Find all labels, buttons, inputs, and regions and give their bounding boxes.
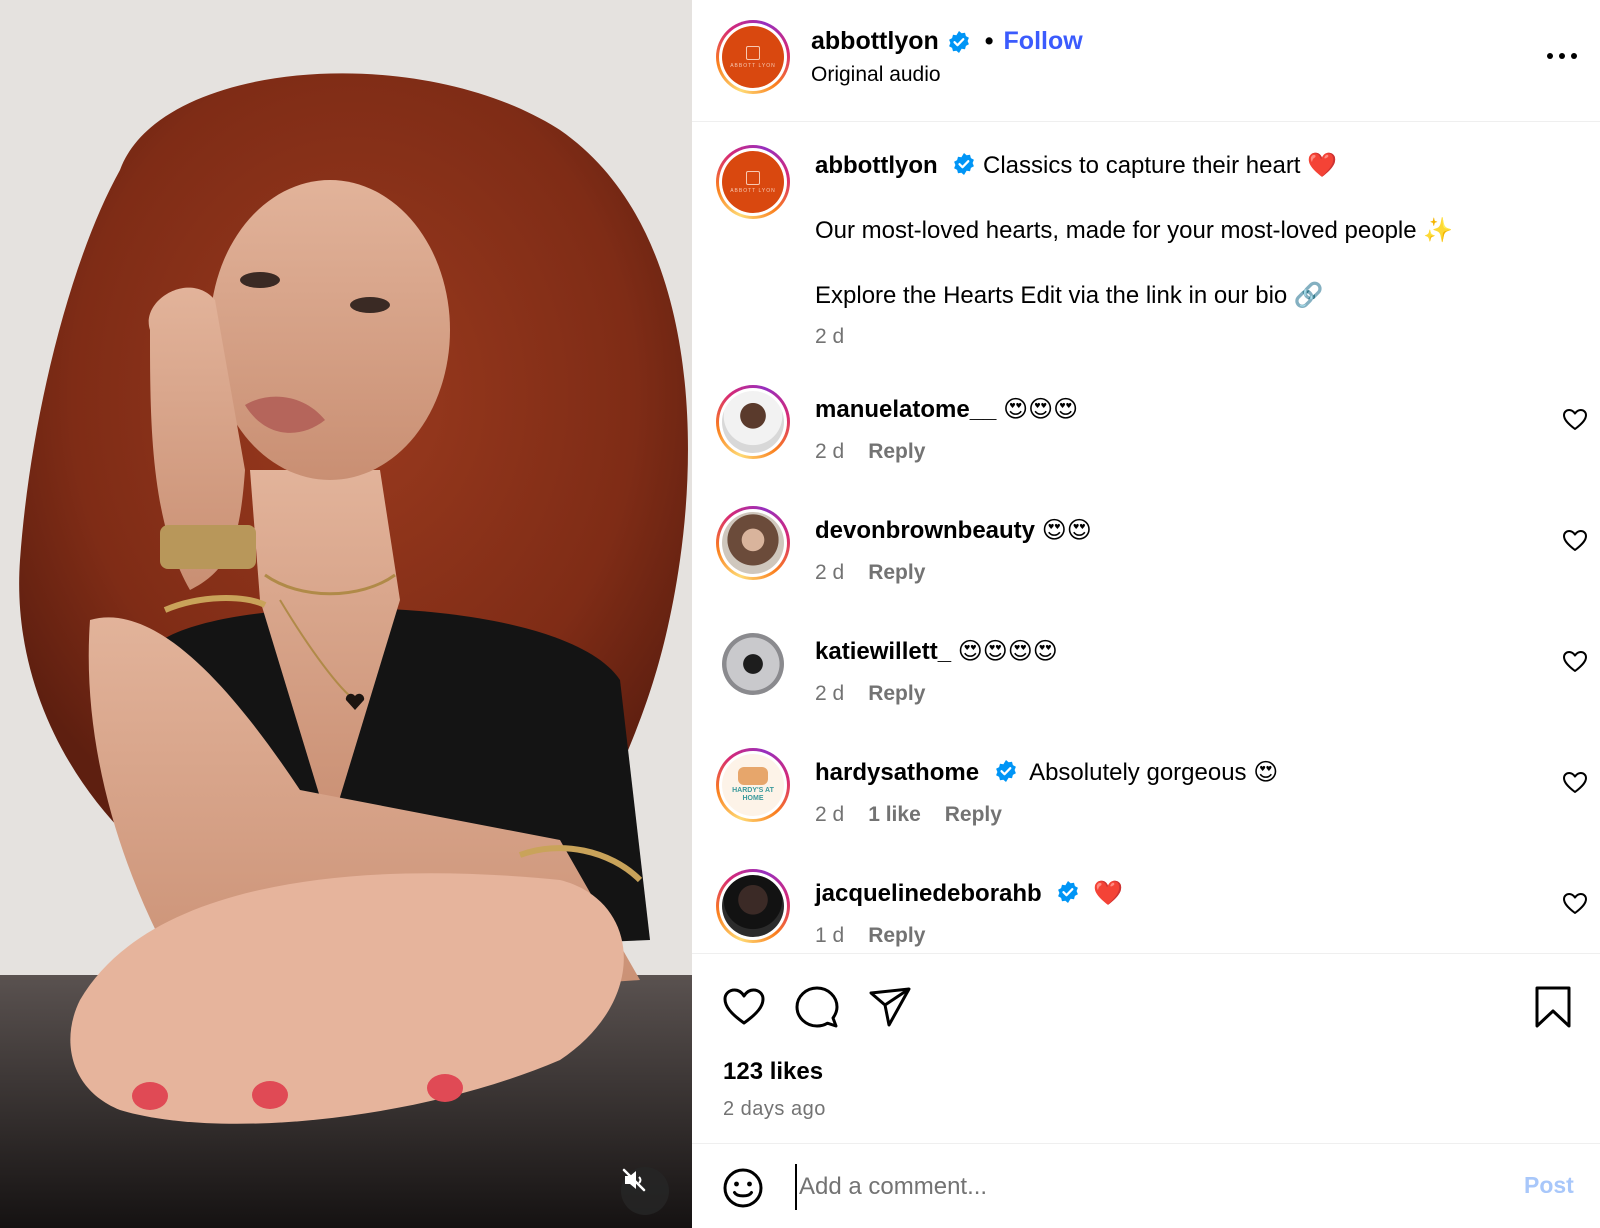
verified-badge-icon <box>994 759 1018 783</box>
mute-icon <box>622 1168 646 1192</box>
comment-meta: 2 d Reply <box>815 561 925 585</box>
commenter-username[interactable]: jacquelinedeborahb <box>815 880 1042 907</box>
verified-badge-icon <box>952 152 976 176</box>
reply-button[interactable]: Reply <box>868 682 925 706</box>
comment-meta: 2 d Reply <box>815 440 925 464</box>
brand-logo-icon <box>746 170 760 185</box>
commenter-username[interactable]: katiewillett_ <box>815 638 951 665</box>
caption-line1: Classics to capture their heart ❤️ <box>983 152 1338 179</box>
mute-button[interactable] <box>621 1167 669 1215</box>
comment-text-line: katiewillett_ 😍😍😍😍 <box>815 637 1058 667</box>
comments-list[interactable]: ABBOTT LYON abbottlyon Classics to captu… <box>692 123 1600 953</box>
commenter-username[interactable]: manuelatome__ <box>815 396 996 423</box>
comment-like-heart-icon[interactable] <box>1562 528 1588 554</box>
comment-composer: Post <box>692 1143 1600 1228</box>
comment-input[interactable] <box>795 1164 1475 1210</box>
follow-button[interactable]: Follow <box>1004 27 1083 56</box>
caption-time: 2 d <box>815 325 844 349</box>
commenter-avatar[interactable]: HARDY'S AT HOME <box>716 748 790 822</box>
comment-text-line: manuelatome__ 😍😍😍 <box>815 395 1078 425</box>
reply-button[interactable]: Reply <box>868 924 925 948</box>
caption-line2: Our most-loved hearts, made for your mos… <box>815 217 1454 244</box>
commenter-avatar[interactable] <box>716 506 790 580</box>
comment-text: Absolutely gorgeous 😍 <box>1029 759 1279 786</box>
comment-item: devonbrownbeauty 😍😍 2 d Reply <box>692 506 1600 606</box>
comment-time: 2 d <box>815 682 845 705</box>
share-icon[interactable] <box>867 984 913 1030</box>
commenter-username[interactable]: hardysathome <box>815 759 979 786</box>
commenter-avatar[interactable] <box>716 627 790 701</box>
post-actions: 123 likes 2 days ago <box>692 953 1600 1143</box>
post-details-panel: ABBOTT LYON abbottlyon • Follow Original… <box>692 0 1600 1228</box>
likes-count[interactable]: 123 likes <box>723 1058 823 1086</box>
post-media[interactable] <box>0 0 692 1228</box>
emoji-icon[interactable] <box>722 1167 764 1209</box>
verified-badge-icon <box>947 30 971 54</box>
comment-icon[interactable] <box>794 984 840 1030</box>
caption-username[interactable]: abbottlyon <box>815 152 938 179</box>
comment-like-heart-icon[interactable] <box>1562 891 1588 917</box>
comment-time: 2 d <box>815 440 845 463</box>
post-timestamp: 2 days ago <box>723 1098 826 1120</box>
post-photo <box>0 0 692 1228</box>
comment-meta: 2 d 1 like Reply <box>815 803 1002 827</box>
comment-item: katiewillett_ 😍😍😍😍 2 d Reply <box>692 627 1600 727</box>
comment-text: 😍😍 <box>1041 517 1092 544</box>
caption: ABBOTT LYON abbottlyon Classics to captu… <box>692 145 1600 365</box>
author-line: abbottlyon • Follow <box>811 27 1083 56</box>
separator-dot: • <box>984 27 994 55</box>
bookmark-icon[interactable] <box>1530 984 1576 1030</box>
commenter-avatar[interactable] <box>716 385 790 459</box>
hardys-avatar-text: HARDY'S AT HOME <box>732 787 774 802</box>
comment-like-heart-icon[interactable] <box>1562 407 1588 433</box>
verified-badge-icon <box>1056 880 1080 904</box>
reply-button[interactable]: Reply <box>868 440 925 464</box>
comment-meta: 2 d Reply <box>815 682 925 706</box>
comment-text-line: devonbrownbeauty 😍😍 <box>815 516 1092 546</box>
comment-text: ❤️ <box>1093 880 1123 907</box>
caption-timestamp: 2 d <box>815 325 845 348</box>
comment-time: 2 d <box>815 561 845 584</box>
comment-item: HARDY'S AT HOME hardysathome Absolutely … <box>692 748 1600 848</box>
author-username[interactable]: abbottlyon <box>811 27 939 56</box>
reply-button[interactable]: Reply <box>945 803 1002 827</box>
comment-item: manuelatome__ 😍😍😍 2 d Reply <box>692 385 1600 485</box>
comment-time: 2 d <box>815 803 845 826</box>
brand-logo-icon <box>746 45 760 60</box>
comment-text: 😍😍😍 <box>1003 396 1079 423</box>
commenter-username[interactable]: devonbrownbeauty <box>815 517 1035 544</box>
comment-meta: 1 d Reply <box>815 924 925 948</box>
comment-text: 😍😍😍😍 <box>957 638 1058 665</box>
reply-button[interactable]: Reply <box>868 561 925 585</box>
hardys-avatar-art <box>738 767 768 785</box>
brand-wordmark: ABBOTT LYON <box>730 62 776 69</box>
post-header: ABBOTT LYON abbottlyon • Follow Original… <box>692 0 1600 122</box>
heart-icon[interactable] <box>721 984 767 1030</box>
commenter-avatar[interactable] <box>716 869 790 943</box>
comment-like-heart-icon[interactable] <box>1562 770 1588 796</box>
comment-likes-count[interactable]: 1 like <box>868 803 921 827</box>
caption-avatar[interactable]: ABBOTT LYON <box>716 145 790 219</box>
author-avatar[interactable]: ABBOTT LYON <box>716 20 790 94</box>
comment-item: jacquelinedeborahb ❤️ 1 d Reply <box>692 869 1600 953</box>
audio-link[interactable]: Original audio <box>811 63 941 87</box>
caption-line3: Explore the Hearts Edit via the link in … <box>815 282 1324 309</box>
brand-wordmark: ABBOTT LYON <box>730 187 776 194</box>
comment-time: 1 d <box>815 924 845 947</box>
comment-text-line: jacquelinedeborahb ❤️ <box>815 879 1123 909</box>
post-comment-button[interactable]: Post <box>1524 1172 1574 1199</box>
comment-text-line: hardysathome Absolutely gorgeous 😍 <box>815 758 1278 788</box>
comment-like-heart-icon[interactable] <box>1562 649 1588 675</box>
caption-first-line: abbottlyon Classics to capture their hea… <box>815 151 1337 181</box>
more-options-icon[interactable] <box>1542 44 1582 68</box>
